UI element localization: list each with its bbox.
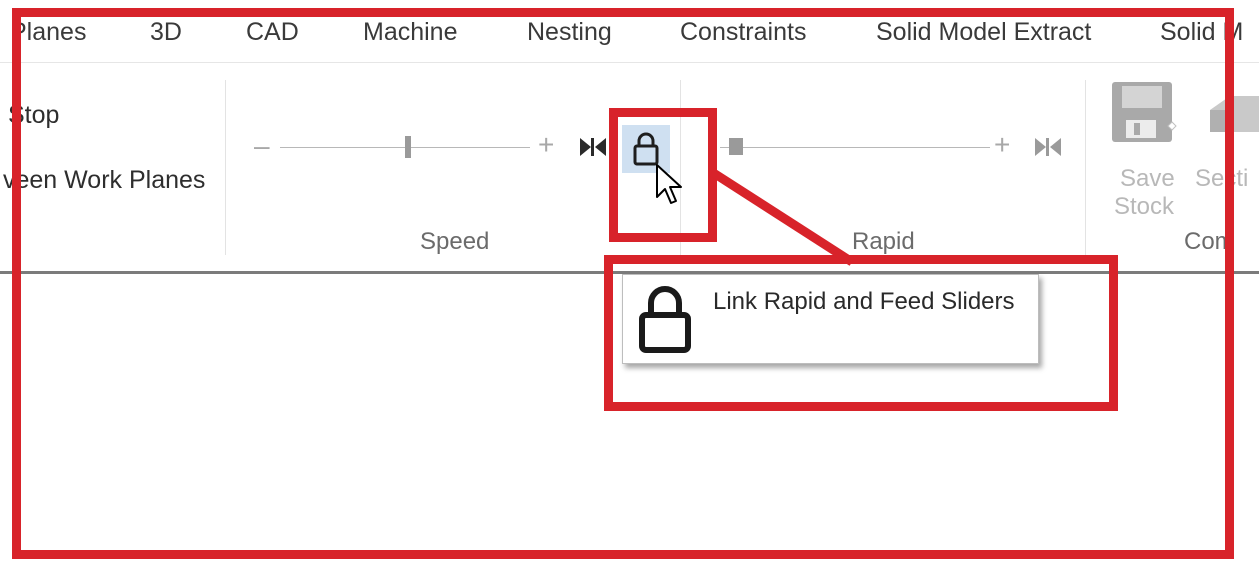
annotation-connector-line bbox=[709, 168, 855, 266]
